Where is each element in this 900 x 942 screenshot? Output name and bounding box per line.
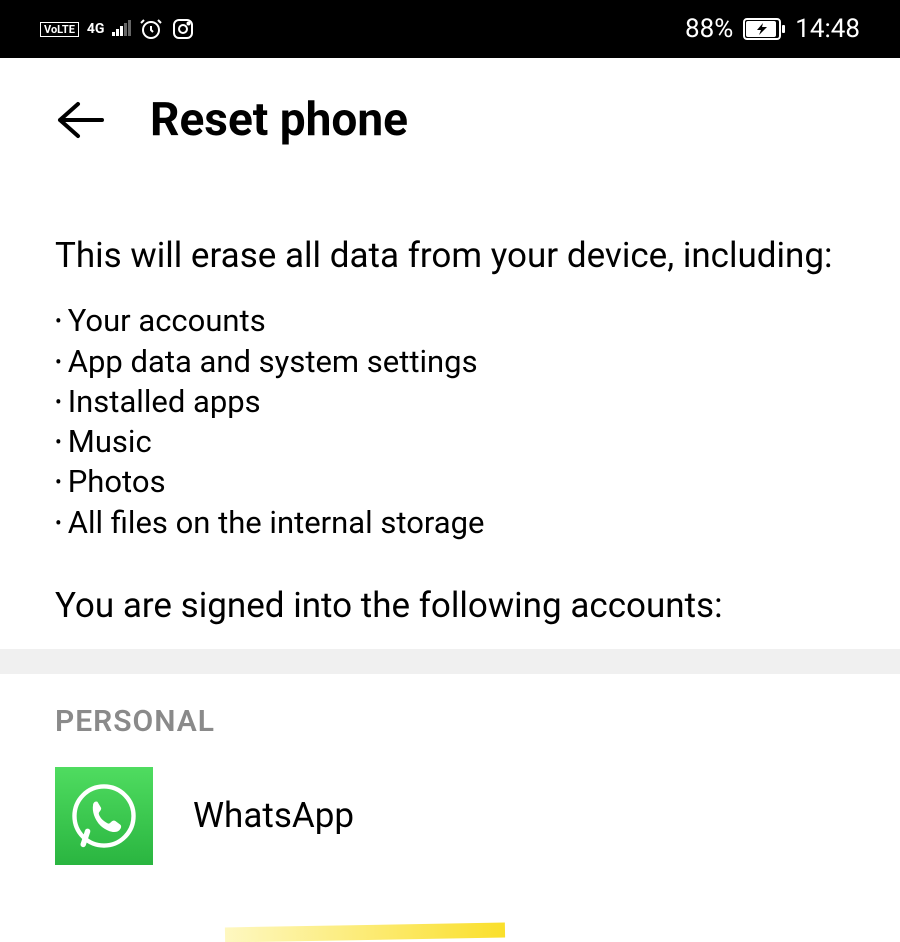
- accounts-section: PERSONAL WhatsApp: [0, 674, 900, 865]
- list-item-text: All files on the internal storage: [68, 503, 485, 543]
- list-item-text: App data and system settings: [68, 342, 478, 382]
- battery-icon: [743, 18, 785, 40]
- list-item: •Installed apps: [55, 382, 845, 422]
- volte-badge: VoLTE: [40, 22, 79, 37]
- list-item: •Photos: [55, 462, 845, 502]
- list-item: •Music: [55, 422, 845, 462]
- signed-in-text: You are signed into the following accoun…: [55, 583, 845, 629]
- arrow-left-icon: [56, 100, 104, 140]
- content-area: This will erase all data from your devic…: [0, 177, 900, 629]
- erase-list: •Your accounts •App data and system sett…: [55, 301, 845, 543]
- status-left: VoLTE 4G: [40, 17, 195, 41]
- status-right: 88% 14:48: [685, 14, 860, 44]
- status-bar: VoLTE 4G 88%: [0, 0, 900, 58]
- section-label: PERSONAL: [55, 704, 845, 739]
- alarm-icon: [139, 17, 163, 41]
- signal-indicator: 4G: [87, 22, 105, 36]
- list-item-text: Your accounts: [68, 301, 266, 341]
- signal-bars-icon: [112, 22, 131, 36]
- back-button[interactable]: [55, 95, 105, 145]
- list-item: •All files on the internal storage: [55, 503, 845, 543]
- whatsapp-icon: [55, 767, 153, 865]
- warning-text: This will erase all data from your devic…: [55, 232, 845, 279]
- list-item-text: Installed apps: [68, 382, 261, 422]
- page-title: Reset phone: [150, 93, 408, 147]
- list-item: •App data and system settings: [55, 342, 845, 382]
- list-item-text: Music: [68, 422, 152, 462]
- instagram-icon: [171, 17, 195, 41]
- list-item: •Your accounts: [55, 301, 845, 341]
- header: Reset phone: [0, 58, 900, 177]
- battery-percent: 88%: [685, 14, 733, 44]
- account-name: WhatsApp: [193, 795, 354, 836]
- network-label: 4G: [87, 22, 105, 36]
- highlight-marker: [225, 923, 505, 942]
- list-item-text: Photos: [68, 462, 166, 502]
- section-divider: [0, 649, 900, 674]
- clock-time: 14:48: [795, 14, 860, 44]
- account-row[interactable]: WhatsApp: [55, 767, 845, 865]
